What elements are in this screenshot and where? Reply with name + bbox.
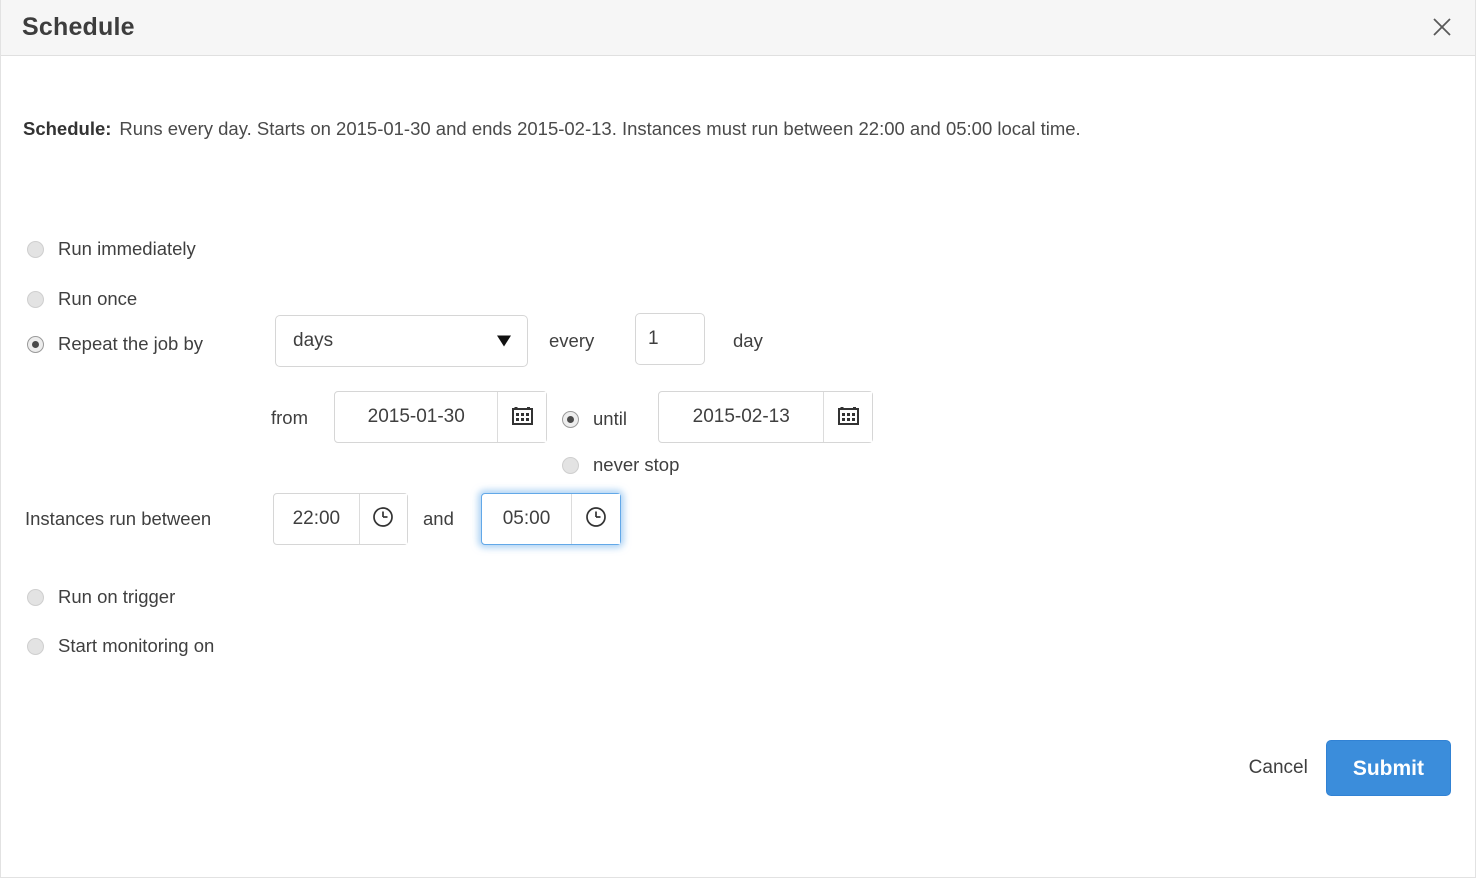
repeat-unit-select-value: days — [293, 330, 334, 351]
calendar-icon — [837, 403, 860, 431]
option-run-on-trigger[interactable]: Run on trigger — [27, 586, 175, 608]
radio-start-monitoring-on[interactable] — [27, 637, 44, 655]
calendar-icon — [511, 403, 534, 431]
end-time-group[interactable]: 05:00 — [481, 493, 621, 545]
option-run-immediately[interactable]: Run immediately — [27, 238, 196, 260]
option-run-once-label: Run once — [58, 288, 138, 309]
repeat-interval-input[interactable]: 1 — [635, 313, 705, 365]
end-time-clock-button[interactable] — [571, 494, 620, 544]
radio-never-stop[interactable] — [562, 456, 579, 474]
from-label: from — [271, 407, 308, 428]
option-never-stop[interactable]: never stop — [562, 454, 679, 476]
clock-icon — [584, 505, 608, 534]
dialog-title: Schedule — [22, 13, 135, 41]
option-run-immediately-label: Run immediately — [58, 238, 196, 259]
dialog-titlebar: Schedule — [1, 0, 1475, 56]
until-date-input[interactable]: 2015-02-13 — [659, 392, 823, 442]
from-date-group[interactable]: 2015-01-30 — [334, 391, 547, 443]
radio-run-immediately[interactable] — [27, 240, 44, 258]
schedule-dialog: Schedule Schedule: Runs every day. Starts… — [0, 0, 1476, 878]
from-date-calendar-button[interactable] — [497, 392, 546, 442]
close-icon — [1431, 16, 1453, 38]
option-repeat-the-job-by[interactable]: Repeat the job by — [27, 333, 203, 355]
schedule-summary: Schedule: Runs every day. Starts on 2015-… — [23, 118, 1081, 140]
until-label: until — [593, 408, 627, 429]
until-date-calendar-button[interactable] — [823, 392, 872, 442]
schedule-summary-text: Runs every day. Starts on 2015-01-30 and… — [119, 118, 1081, 139]
radio-repeat-the-job-by[interactable] — [27, 335, 44, 353]
chevron-down-icon — [497, 335, 511, 347]
every-label: every — [549, 330, 595, 351]
start-time-clock-button[interactable] — [358, 494, 407, 544]
instances-run-between-label: Instances run between — [25, 508, 212, 529]
option-until[interactable]: until — [562, 408, 627, 430]
option-run-once[interactable]: Run once — [27, 288, 137, 310]
dialog-footer: Cancel Submit — [1249, 740, 1451, 796]
submit-button[interactable]: Submit — [1325, 740, 1451, 796]
radio-until[interactable] — [562, 410, 579, 428]
until-date-group[interactable]: 2015-02-13 — [658, 391, 873, 443]
radio-run-on-trigger[interactable] — [27, 588, 44, 606]
option-start-monitoring-on[interactable]: Start monitoring on — [27, 635, 214, 657]
option-start-monitoring-on-label: Start monitoring on — [58, 635, 215, 656]
repeat-unit-select[interactable]: days — [275, 315, 528, 367]
dialog-body: Schedule: Runs every day. Starts on 2015-… — [1, 56, 1475, 816]
from-date-input[interactable]: 2015-01-30 — [335, 392, 497, 442]
radio-run-once[interactable] — [27, 290, 44, 308]
schedule-summary-lead: Schedule: — [23, 118, 112, 139]
option-repeat-the-job-by-label: Repeat the job by — [58, 333, 204, 354]
interval-unit-label: day — [733, 330, 763, 351]
option-run-on-trigger-label: Run on trigger — [58, 586, 176, 607]
never-stop-label: never stop — [593, 454, 680, 475]
start-time-input[interactable]: 22:00 — [274, 494, 359, 544]
clock-icon — [371, 505, 395, 534]
close-button[interactable] — [1425, 10, 1459, 44]
end-time-input[interactable]: 05:00 — [482, 494, 571, 544]
cancel-button[interactable]: Cancel — [1249, 757, 1308, 779]
and-label: and — [423, 508, 454, 529]
start-time-group[interactable]: 22:00 — [273, 493, 408, 545]
